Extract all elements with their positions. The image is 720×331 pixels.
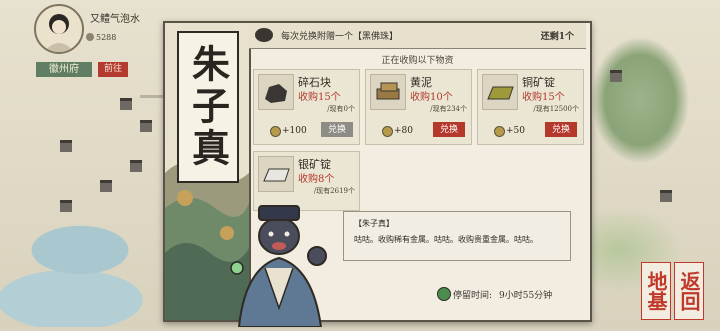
- item-stock: /现有234个: [430, 105, 467, 113]
- map-house: [60, 200, 72, 212]
- map-house: [60, 140, 72, 152]
- item-price: 收购10个: [410, 92, 453, 103]
- clay-icon: [370, 74, 406, 110]
- item-price: 收购8个: [298, 174, 335, 185]
- prayer-beads-icon: [255, 28, 273, 42]
- npc-title: 朱子真: [177, 31, 239, 183]
- item-stock: /现有0个: [327, 105, 355, 113]
- exchange-button[interactable]: 兑换: [433, 122, 465, 137]
- item-card: 铜矿锭 收购15个 /现有12500个 +50 兑换: [477, 69, 584, 145]
- coin-icon: [86, 33, 94, 41]
- copper-ingot-icon: [482, 74, 518, 110]
- bonus-remaining: 还剩1个: [540, 32, 574, 42]
- npc-dialog: 【朱子真】 咕咕。收购稀有金属。咕咕。收购贵重金属。咕咕。: [343, 211, 571, 261]
- player-money: 5288: [96, 33, 117, 42]
- exchange-button[interactable]: 兑换: [321, 122, 353, 137]
- item-stock: /现有2619个: [313, 187, 355, 195]
- player-avatar[interactable]: [34, 4, 84, 54]
- map-house: [100, 180, 112, 192]
- map-house: [130, 160, 142, 172]
- city-goto-button[interactable]: 前往: [98, 62, 128, 77]
- banner-text: 每次兑换附赠一个【黑佛珠】: [281, 32, 399, 42]
- clock-icon: [437, 287, 451, 301]
- item-reputation: +50: [506, 126, 525, 136]
- subheading: 正在收购以下物资: [381, 56, 454, 66]
- bonus-banner: 每次兑换附赠一个【黑佛珠】 还剩1个: [249, 23, 586, 49]
- dialog-speaker: 【朱子真】: [354, 219, 394, 228]
- return-button[interactable]: 返回: [674, 262, 704, 320]
- base-button[interactable]: 地基: [641, 262, 671, 320]
- map-house: [140, 120, 152, 132]
- reputation-icon: [494, 126, 505, 137]
- stay-label: 停留时间:: [453, 291, 493, 301]
- map-house: [120, 98, 132, 110]
- item-card: 碎石块 收购15个 /现有0个 +100 兑换: [253, 69, 360, 145]
- silver-ingot-icon: [258, 156, 294, 192]
- npc-portrait: [225, 198, 333, 328]
- map-house: [610, 70, 622, 82]
- reputation-icon: [270, 126, 281, 137]
- map-house: [660, 190, 672, 202]
- item-stock: /现有12500个: [533, 105, 579, 113]
- item-reputation: +100: [282, 126, 307, 136]
- dialog-text: 咕咕。收购稀有金属。咕咕。收购贵重金属。咕咕。: [354, 235, 538, 244]
- item-card: 黄泥 收购10个 /现有234个 +80 兑换: [365, 69, 472, 145]
- reputation-icon: [382, 126, 393, 137]
- item-grid: 碎石块 收购15个 /现有0个 +100 兑换 黄泥 收购10个 /现有234个…: [253, 69, 584, 211]
- item-reputation: +80: [394, 126, 413, 136]
- exchange-button[interactable]: 兑换: [545, 122, 577, 137]
- city-name: 徽州府: [36, 62, 92, 77]
- item-price: 收购15个: [522, 92, 565, 103]
- stay-value: 9小时55分钟: [499, 291, 553, 301]
- player-name: 又鳢气泡水: [90, 14, 140, 25]
- rock-icon: [258, 74, 294, 110]
- item-price: 收购15个: [298, 92, 341, 103]
